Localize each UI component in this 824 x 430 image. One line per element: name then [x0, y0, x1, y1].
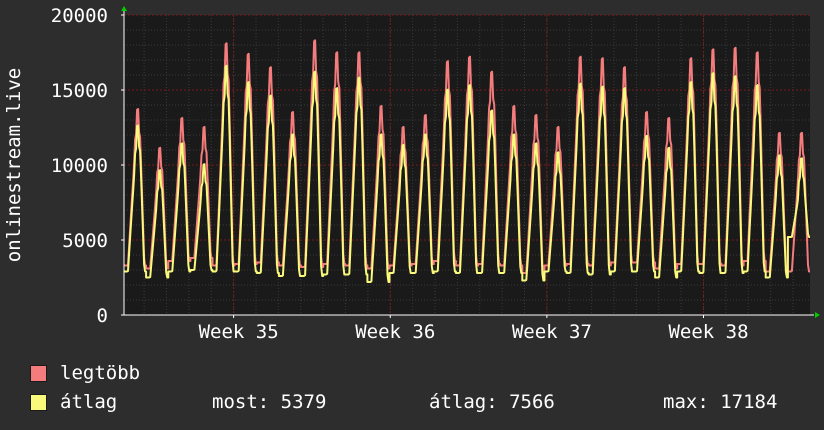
y-tick-label: 5000 [62, 230, 108, 252]
y-tick-label: 0 [97, 305, 108, 327]
y-tick-label: 15000 [51, 80, 108, 102]
x-tick-label: Week 38 [668, 321, 748, 343]
y-tick-label: 10000 [51, 155, 108, 177]
x-axis-arrow [815, 312, 820, 318]
legend-label-legtobb: legtöbb [60, 362, 141, 384]
x-tick-label: Week 37 [512, 321, 592, 343]
x-tick-label: Week 36 [355, 321, 435, 343]
y-axis-arrow [121, 6, 127, 11]
y-tick-label: 20000 [51, 5, 108, 27]
legend-item-legtobb: legtöbb [30, 362, 140, 384]
stat-atlag: átlag: 7566 [429, 391, 555, 413]
legend-item-atlag: átlag [30, 391, 117, 413]
stat-max: max: 17184 [663, 391, 778, 413]
legend-swatch-legtobb [30, 364, 47, 382]
x-tick-label: Week 35 [199, 321, 279, 343]
legend-swatch-atlag [30, 393, 47, 411]
legend-label-atlag: átlag [60, 391, 118, 413]
stat-most: most: 5379 [212, 391, 327, 413]
y-axis-label: onlinestream.live [3, 68, 25, 262]
